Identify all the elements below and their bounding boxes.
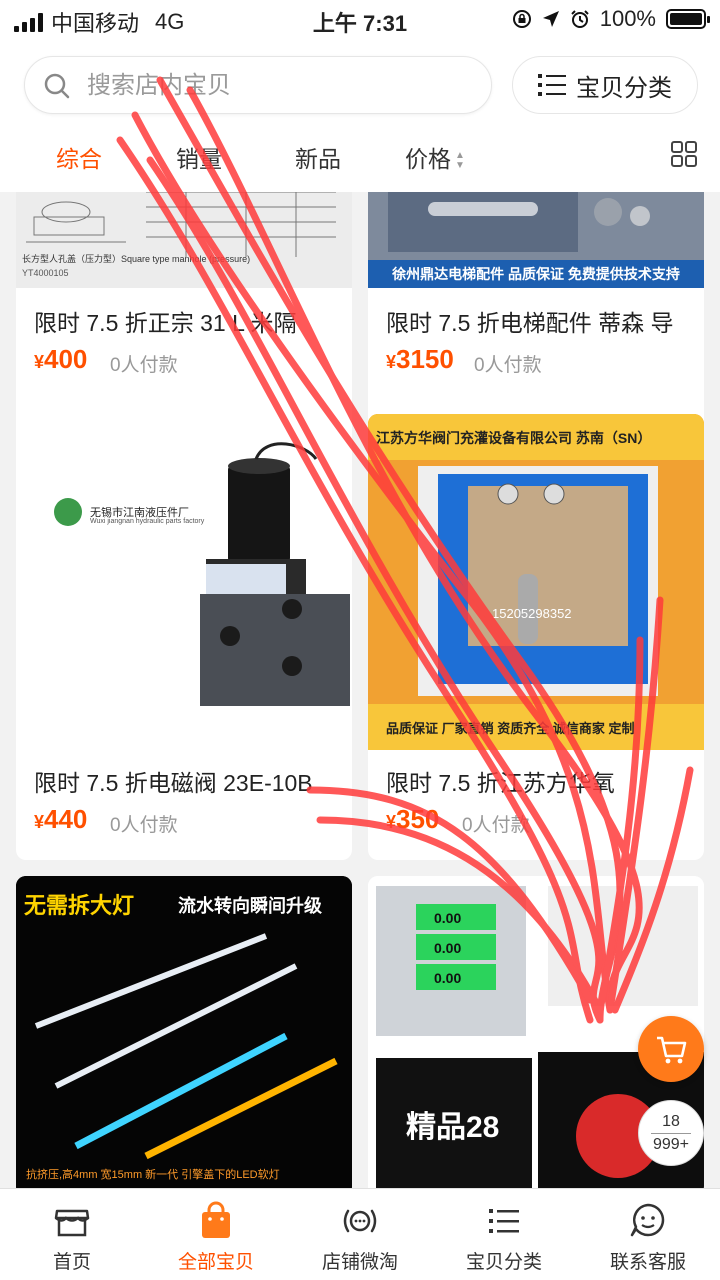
price-value: 440 bbox=[44, 804, 88, 834]
scale-reading: 0.00 bbox=[434, 940, 462, 956]
product-image: 无锡市江南液压件厂 Wuxi jiangnan hydraulic parts … bbox=[16, 414, 352, 750]
sold-count: 0人付款 bbox=[474, 355, 542, 376]
search-input[interactable] bbox=[87, 67, 467, 105]
led-strip-drawing bbox=[16, 876, 352, 1188]
scale-reading: 0.00 bbox=[434, 910, 462, 926]
price-value: 400 bbox=[44, 344, 88, 374]
product-price: ¥440 bbox=[34, 804, 87, 835]
tab-composite[interactable]: 综合 bbox=[56, 140, 102, 174]
shopping-bag-icon bbox=[202, 1201, 230, 1238]
product-image: 无需拆大灯 流水转向瞬间升级 抗挤压,高4mm 宽15mm 新一代 引擎盖下的L… bbox=[16, 876, 352, 1188]
sold-count: 0人付款 bbox=[462, 815, 530, 836]
product-card[interactable]: 江苏方华阀门充灌设备有限公司 苏南（SN） 15205298352 品质保证 厂… bbox=[368, 414, 704, 860]
tab-home[interactable]: 首页 bbox=[0, 1189, 144, 1280]
product-card[interactable]: 无锡市江南液压件厂 Wuxi jiangnan hydraulic parts … bbox=[16, 414, 352, 860]
image-text: 精品28 bbox=[406, 1111, 500, 1144]
cart-button[interactable] bbox=[638, 1016, 704, 1082]
sold-count: 0人付款 bbox=[110, 355, 178, 376]
counter-divider bbox=[651, 1132, 691, 1134]
product-price: ¥350 bbox=[386, 804, 439, 835]
image-banner: 无需拆大灯 bbox=[24, 893, 135, 918]
image-footer: 抗挤压,高4mm 宽15mm 新一代 引擎盖下的LED软灯 bbox=[26, 1169, 280, 1181]
category-button[interactable]: 宝贝分类 bbox=[512, 56, 698, 114]
chat-face-icon bbox=[630, 1203, 665, 1237]
tab-new[interactable]: 新品 bbox=[295, 140, 341, 174]
product-title[interactable]: 限时 7.5 折电梯配件 蒂森 导 bbox=[386, 304, 702, 338]
status-right: 100% bbox=[512, 6, 710, 32]
product-price: ¥400 bbox=[34, 344, 87, 375]
image-footer: 品质保证 厂家直销 资质齐全 诚信商家 定制 bbox=[386, 721, 635, 736]
category-button-label: 宝贝分类 bbox=[576, 74, 672, 102]
tab-categories-label: 宝贝分类 bbox=[465, 1252, 542, 1273]
product-card[interactable]: 无需拆大灯 流水转向瞬间升级 抗挤压,高4mm 宽15mm 新一代 引擎盖下的L… bbox=[16, 876, 352, 1188]
page-counter[interactable]: 18 999+ bbox=[638, 1100, 704, 1166]
image-banner2: 流水转向瞬间升级 bbox=[178, 896, 322, 916]
search-box[interactable] bbox=[24, 56, 492, 114]
product-title[interactable]: 限时 7.5 折江苏方华氧 bbox=[386, 764, 702, 798]
list-icon bbox=[538, 74, 566, 96]
battery-percent: 100% bbox=[599, 6, 656, 31]
bottom-tab-bar: 首页 全部宝贝 店铺微淘 宝贝分类 联系客服 bbox=[0, 1188, 720, 1280]
sort-arrows-icon: ▲ ▼ bbox=[455, 149, 465, 171]
status-bar: 中国移动 4G 上午 7:31 100% bbox=[0, 0, 720, 38]
tab-categories[interactable]: 宝贝分类 bbox=[432, 1189, 576, 1280]
image-code: YT4000105 bbox=[22, 268, 69, 278]
currency-symbol: ¥ bbox=[34, 812, 45, 832]
search-icon bbox=[44, 73, 70, 99]
filling-cabinet-drawing bbox=[368, 414, 704, 750]
image-caption-en: Wuxi jiangnan hydraulic parts factory bbox=[90, 518, 205, 525]
tab-price-label: 价格 bbox=[405, 146, 451, 172]
sold-count: 0人付款 bbox=[110, 815, 178, 836]
image-phone: 15205298352 bbox=[492, 606, 572, 621]
currency-symbol: ¥ bbox=[386, 352, 397, 372]
broadcast-icon bbox=[343, 1209, 377, 1233]
elevator-part-drawing bbox=[368, 192, 704, 262]
product-price: ¥3150 bbox=[386, 344, 454, 375]
price-value: 3150 bbox=[396, 344, 454, 374]
battery-icon bbox=[666, 9, 710, 29]
tab-home-label: 首页 bbox=[52, 1252, 91, 1273]
tab-all-items[interactable]: 全部宝贝 bbox=[144, 1189, 288, 1280]
battery-fill bbox=[670, 13, 702, 25]
tab-weitao-label: 店铺微淘 bbox=[321, 1252, 398, 1273]
tab-all-items-label: 全部宝贝 bbox=[177, 1252, 254, 1273]
solenoid-valve-drawing bbox=[54, 442, 350, 706]
location-icon bbox=[542, 11, 559, 27]
page-total: 999+ bbox=[652, 1135, 690, 1153]
rotation-lock-icon bbox=[512, 10, 531, 28]
currency-symbol: ¥ bbox=[34, 352, 45, 372]
product-image: 江苏方华阀门充灌设备有限公司 苏南（SN） 15205298352 品质保证 厂… bbox=[368, 414, 704, 750]
price-value: 350 bbox=[396, 804, 440, 834]
product-title[interactable]: 限时 7.5 折正宗 31 L 米隔 bbox=[34, 304, 350, 338]
product-title[interactable]: 限时 7.5 折电磁阀 23E-10B bbox=[34, 764, 350, 798]
scale-reading: 0.00 bbox=[434, 970, 462, 986]
tab-customer-service-label: 联系客服 bbox=[609, 1252, 686, 1273]
cart-icon bbox=[657, 1036, 687, 1064]
product-image: 徐州鼎达电梯配件 品质保证 免费提供技术支持 bbox=[368, 192, 704, 288]
image-banner: 徐州鼎达电梯配件 品质保证 免费提供技术支持 bbox=[368, 260, 704, 288]
page-current: 18 bbox=[662, 1112, 680, 1130]
store-header: 宝贝分类 综合 销量 新品 价格▲▼ bbox=[0, 38, 720, 192]
tab-weitao[interactable]: 店铺微淘 bbox=[288, 1189, 432, 1280]
tab-price[interactable]: 价格 ▲ ▼ bbox=[405, 140, 465, 174]
tab-sales[interactable]: 销量 bbox=[176, 140, 222, 174]
list-icon bbox=[489, 1209, 519, 1233]
grid-layout-icon[interactable] bbox=[670, 140, 698, 168]
currency-symbol: ¥ bbox=[386, 812, 397, 832]
alarm-icon bbox=[571, 10, 589, 28]
image-caption: 长方型人孔盖（压力型）Square type manhole (pressure… bbox=[22, 254, 251, 264]
image-header: 江苏方华阀门充灌设备有限公司 苏南（SN） bbox=[376, 430, 652, 446]
product-image: 长方型人孔盖（压力型）Square type manhole (pressure… bbox=[16, 192, 352, 288]
store-icon bbox=[54, 1209, 90, 1237]
product-grid: 长方型人孔盖（压力型）Square type manhole (pressure… bbox=[0, 192, 720, 1188]
tab-customer-service[interactable]: 联系客服 bbox=[576, 1189, 720, 1280]
sort-tabs: 综合 销量 新品 价格 ▲ ▼ bbox=[0, 126, 720, 188]
